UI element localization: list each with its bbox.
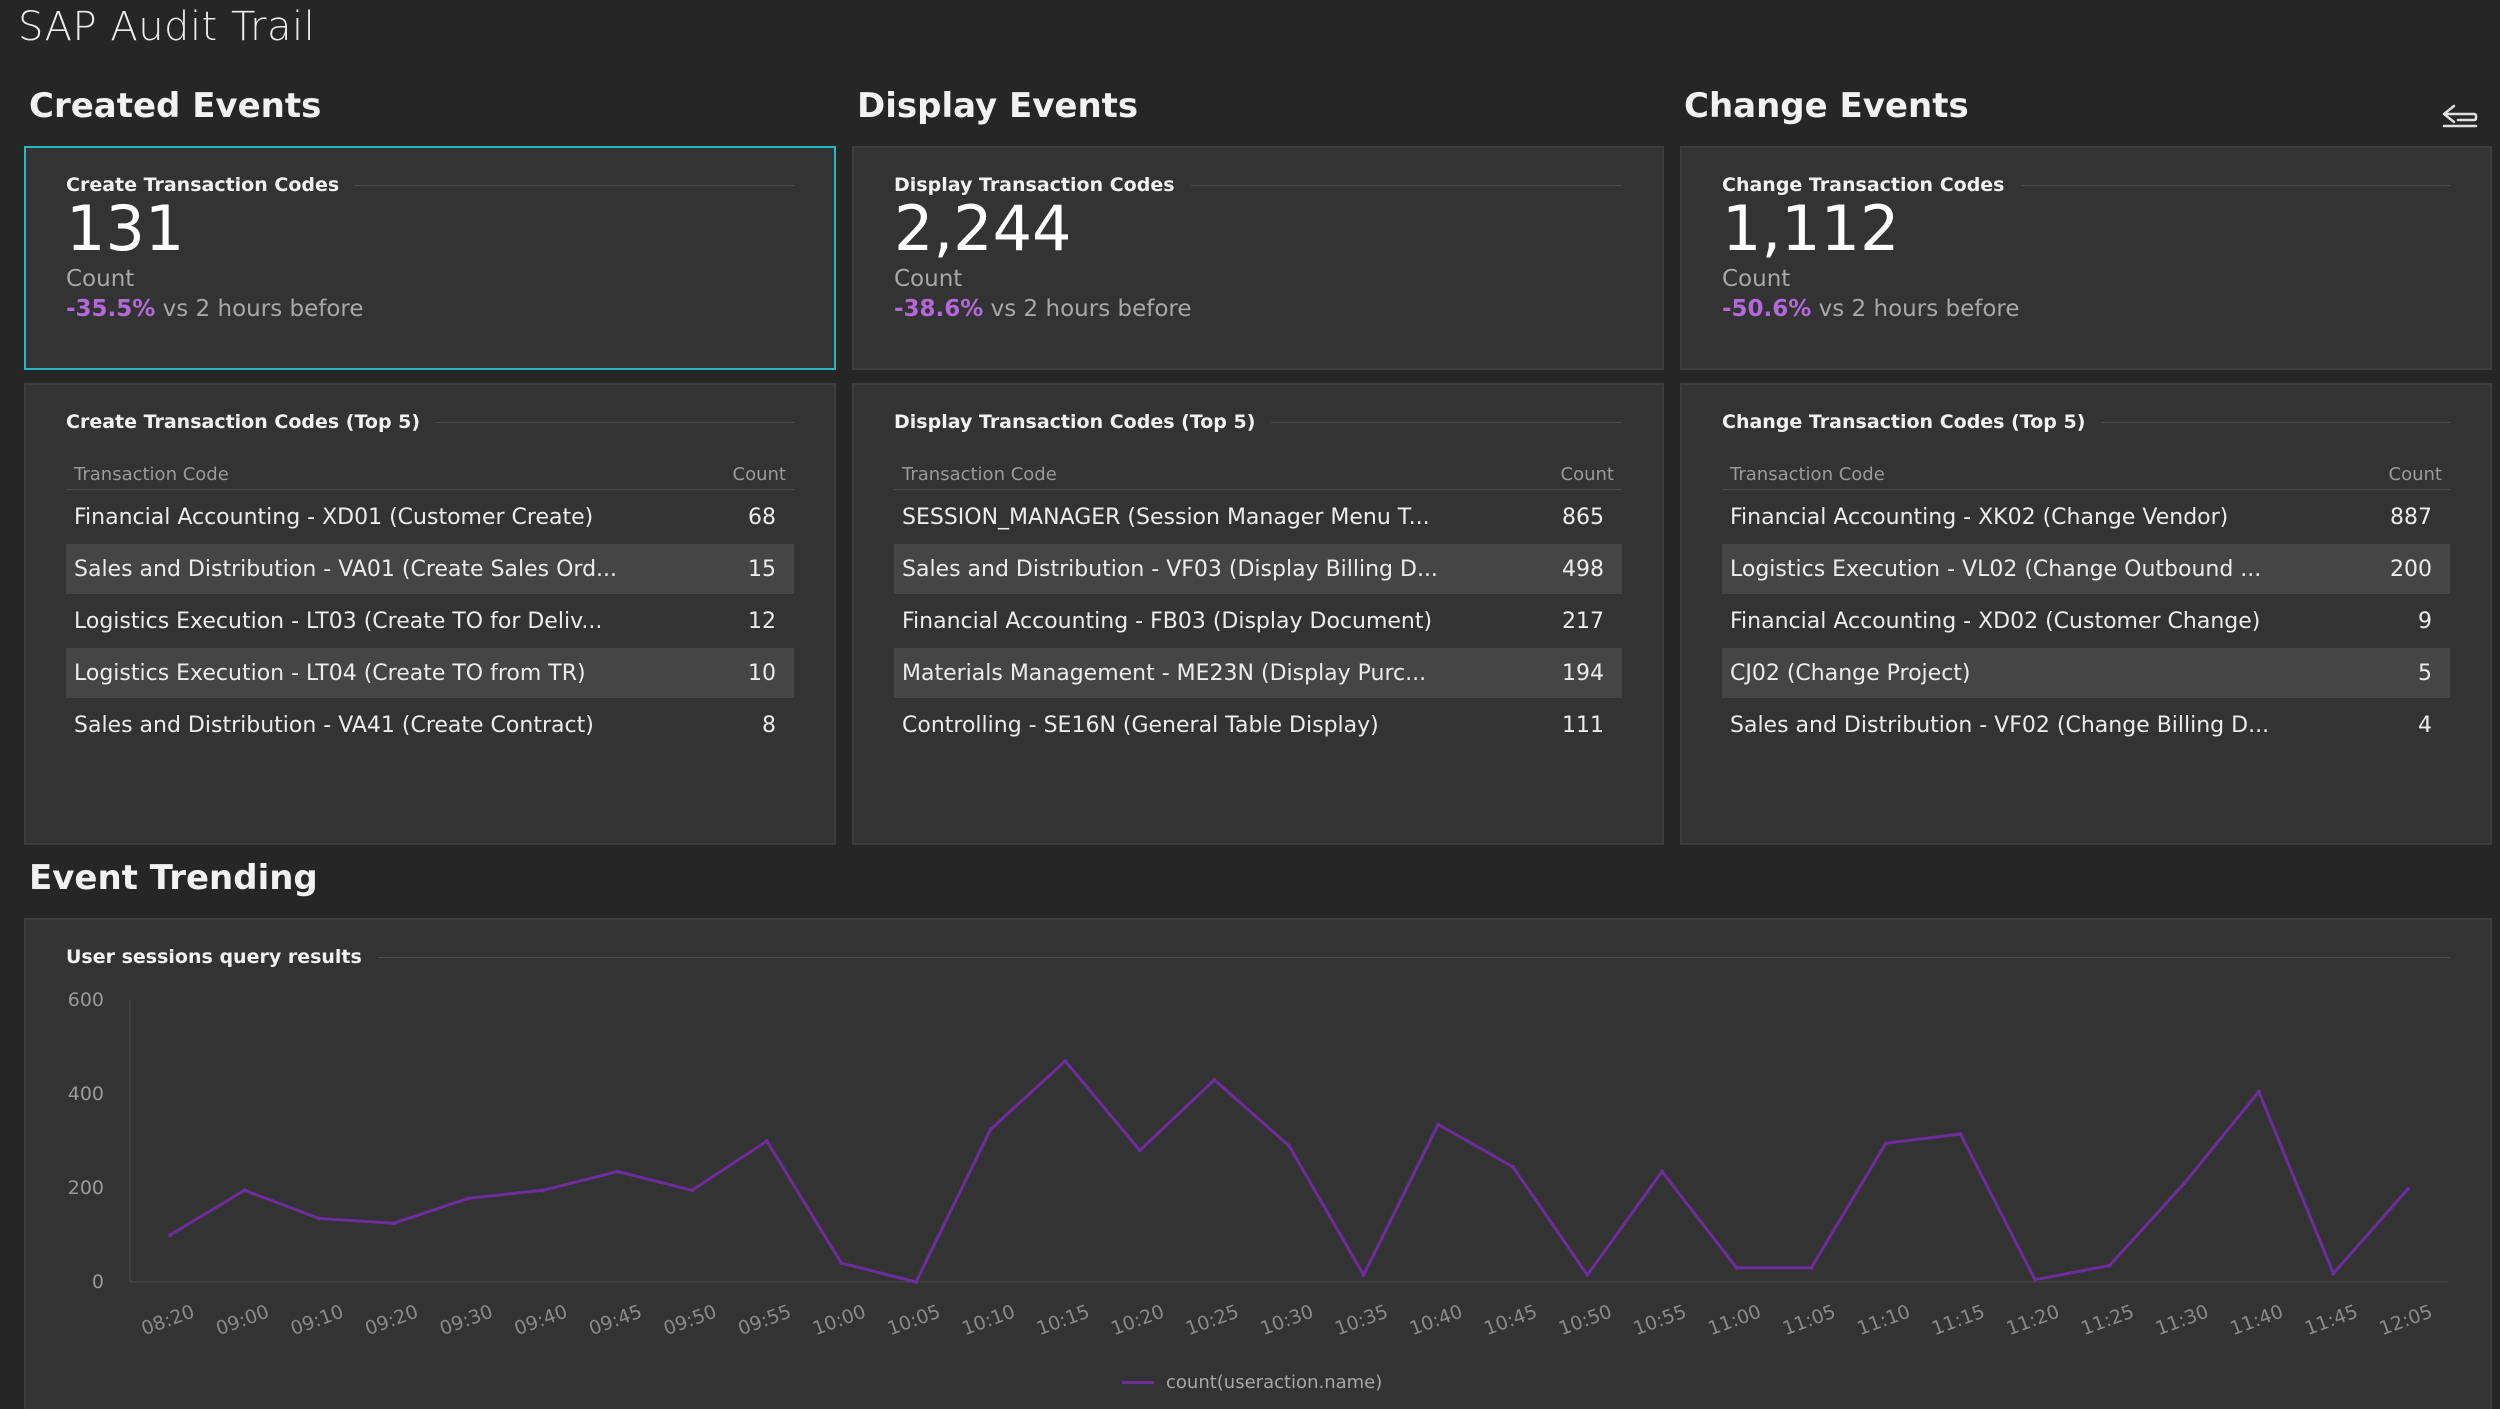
x-tick-label: 10:05 <box>884 1301 943 1340</box>
x-tick-label: 11:45 <box>2302 1301 2361 1340</box>
x-tick-label: 09:10 <box>288 1301 347 1340</box>
data-point <box>1287 1143 1291 1148</box>
x-tick-label: 10:35 <box>1332 1301 1391 1340</box>
x-tick-label: 12:05 <box>2376 1301 2435 1340</box>
x-tick-label: 10:55 <box>1630 1301 1689 1340</box>
y-tick-label: 200 <box>68 1177 104 1199</box>
x-tick-label: 11:15 <box>1929 1301 1988 1340</box>
data-point <box>2256 1089 2261 1094</box>
data-point <box>839 1261 844 1266</box>
data-point <box>2033 1277 2037 1282</box>
data-point <box>764 1139 769 1143</box>
data-point <box>1510 1164 1515 1169</box>
x-tick-label: 11:20 <box>2003 1301 2062 1340</box>
data-point <box>541 1188 545 1193</box>
x-tick-label: 10:15 <box>1034 1301 1093 1340</box>
data-point <box>391 1221 396 1226</box>
chart-legend[interactable]: count(useraction.name) <box>1122 1372 1382 1393</box>
x-tick-label: 10:10 <box>959 1301 1018 1340</box>
x-tick-label: 09:20 <box>362 1301 421 1340</box>
y-tick-label: 600 <box>68 989 104 1011</box>
data-point <box>466 1196 471 1201</box>
data-point <box>2107 1263 2112 1268</box>
data-point <box>1361 1272 1366 1277</box>
data-point <box>988 1127 993 1132</box>
x-tick-label: 11:40 <box>2227 1301 2286 1340</box>
y-tick-label: 400 <box>68 1083 104 1105</box>
data-point <box>1436 1122 1441 1127</box>
data-point <box>690 1188 695 1193</box>
legend-swatch <box>1122 1381 1154 1384</box>
x-tick-label: 10:30 <box>1257 1301 1316 1340</box>
x-tick-label: 09:50 <box>661 1301 720 1340</box>
data-point <box>1660 1169 1664 1174</box>
data-point <box>1585 1272 1590 1277</box>
x-tick-label: 09:00 <box>213 1301 272 1340</box>
x-tick-label: 10:00 <box>810 1301 869 1340</box>
x-tick-label: 11:05 <box>1780 1301 1839 1340</box>
x-tick-label: 10:25 <box>1183 1301 1242 1340</box>
x-tick-label: 11:10 <box>1854 1301 1913 1340</box>
data-point <box>1137 1148 1142 1153</box>
x-tick-label: 10:50 <box>1556 1301 1615 1340</box>
series-line <box>169 1059 2410 1284</box>
line-chart[interactable]: 0 200 400 600 08:20 09:00 09:10 09:20 09:30 09:40… <box>0 0 2500 1409</box>
data-point <box>2182 1181 2187 1186</box>
x-tick-label: 10:45 <box>1481 1301 1540 1340</box>
data-point <box>914 1280 918 1284</box>
x-tick-label: 09:40 <box>511 1301 570 1340</box>
x-tick-label: 10:20 <box>1108 1301 1167 1340</box>
x-tick-label: 10:40 <box>1407 1301 1466 1340</box>
x-tick-label: 11:25 <box>2078 1301 2137 1340</box>
data-point <box>615 1169 620 1174</box>
x-tick-label: 11:30 <box>2153 1301 2212 1340</box>
data-point <box>317 1216 322 1221</box>
data-point <box>1883 1141 1888 1146</box>
data-point <box>242 1188 247 1193</box>
x-tick-label: 09:45 <box>586 1301 645 1340</box>
x-tick-label: 09:30 <box>437 1301 496 1340</box>
y-tick-label: 0 <box>92 1271 104 1293</box>
data-point <box>1734 1265 1739 1270</box>
legend-label: count(useraction.name) <box>1166 1372 1383 1393</box>
data-point <box>1958 1131 1963 1136</box>
data-point <box>2331 1271 2336 1276</box>
data-point <box>1212 1077 1217 1082</box>
data-point <box>168 1233 172 1237</box>
x-tick-label: 09:55 <box>735 1301 794 1340</box>
x-tick-label: 08:20 <box>138 1301 197 1340</box>
data-point <box>1809 1265 1814 1270</box>
data-point <box>2406 1186 2410 1191</box>
x-tick-label: 11:00 <box>1705 1301 1764 1340</box>
data-point <box>1063 1059 1068 1064</box>
